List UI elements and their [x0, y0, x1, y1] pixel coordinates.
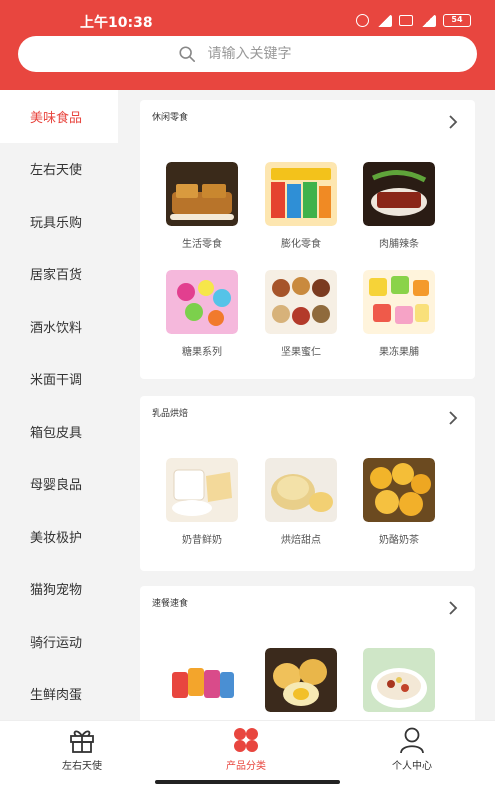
sidebar-item-angel[interactable]: 左右天使: [0, 143, 118, 196]
status-time: 上午10:38: [80, 15, 153, 31]
user-icon: [400, 727, 424, 754]
sidebar-item-label: 居家百货: [30, 268, 83, 284]
sidebar-item-label: 酒水饮料: [30, 320, 83, 336]
sidebar-item-baby[interactable]: 母婴良品: [0, 458, 118, 511]
candy-image: [166, 270, 238, 334]
subcategory-tile[interactable]: 坚果蜜仁: [264, 270, 338, 358]
cheese-puff-image: [363, 458, 435, 522]
sidebar-item-label: 米面干调: [30, 373, 83, 389]
sidebar-item-label: 猫狗宠物: [30, 583, 83, 599]
sidebar-item-fresh[interactable]: 生鲜肉蛋: [0, 668, 118, 721]
subcategory-tile[interactable]: [165, 648, 239, 712]
jelly-image: [363, 270, 435, 334]
hd-icon: [399, 15, 413, 26]
subcategory-label: 坚果蜜仁: [281, 347, 321, 358]
sidebar-item-toys[interactable]: 玩具乐购: [0, 195, 118, 248]
sidebar-item-label: 玩具乐购: [30, 215, 83, 231]
sidebar-item-household[interactable]: 居家百货: [0, 248, 118, 301]
dessert-soup-image: [363, 648, 435, 712]
section-card-fastfood: 速餐速食: [140, 586, 475, 720]
egg-image: [265, 648, 337, 712]
chevron-right-icon[interactable]: [447, 410, 459, 426]
category-content: 休闲零食 生活零食 膨化零食 肉脯辣条 糖果系列 坚果蜜仁 果冻果脯 乳品烘焙: [128, 90, 495, 720]
subcategory-tile[interactable]: [264, 648, 338, 712]
section-title: 休闲零食: [152, 113, 189, 123]
header: 上午10:38 54: [0, 0, 495, 90]
subcategory-label: 肉脯辣条: [379, 239, 419, 250]
subcategory-tile[interactable]: 果冻果脯: [362, 270, 436, 358]
alarm-icon: [356, 14, 369, 27]
status-bar: 上午10:38 54: [0, 12, 495, 31]
subcategory-tile[interactable]: [362, 648, 436, 712]
category-sidebar: 美味食品 左右天使 玩具乐购 居家百货 酒水饮料 米面干调 箱包皮具 母婴良品 …: [0, 90, 118, 720]
tab-label: 左右天使: [62, 761, 102, 772]
subcategory-label: 奶昔鲜奶: [182, 535, 222, 546]
gift-icon: [70, 730, 94, 753]
tab-profile[interactable]: 个人中心: [352, 721, 472, 781]
signal-4g-icon: [420, 14, 436, 27]
section-title: 速餐速食: [152, 599, 189, 609]
sidebar-item-label: 左右天使: [30, 163, 83, 179]
sidebar-item-label: 美味食品: [30, 110, 83, 126]
sidebar-item-sports[interactable]: 骑行运动: [0, 615, 118, 668]
sidebar-item-label: 生鲜肉蛋: [30, 688, 83, 704]
status-icons: 54: [356, 14, 471, 27]
subcategory-tile[interactable]: 肉脯辣条: [362, 162, 436, 250]
subcategory-tile[interactable]: 膨化零食: [264, 162, 338, 250]
subcategory-label: 烘焙甜点: [281, 535, 321, 546]
search-input[interactable]: [207, 46, 318, 62]
tab-angel[interactable]: 左右天使: [22, 721, 142, 781]
subcategory-label: 果冻果脯: [379, 347, 419, 358]
puffed-snack-image: [265, 162, 337, 226]
instant-noodle-image: [166, 648, 238, 712]
cake-snack-image: [166, 162, 238, 226]
subcategory-tile[interactable]: 生活零食: [165, 162, 239, 250]
subcategory-label: 奶酪奶茶: [379, 535, 419, 546]
sidebar-item-food[interactable]: 美味食品: [0, 90, 118, 143]
subcategory-tile[interactable]: 奶酪奶茶: [362, 458, 436, 546]
category-icon: [234, 728, 258, 752]
section-card-snacks: 休闲零食 生活零食 膨化零食 肉脯辣条 糖果系列 坚果蜜仁 果冻果脯: [140, 100, 475, 379]
chevron-right-icon[interactable]: [447, 114, 459, 130]
milk-image: [166, 458, 238, 522]
signal-icon: [376, 14, 392, 27]
subcategory-label: 生活零食: [182, 239, 222, 250]
sidebar-item-beauty[interactable]: 美妆极护: [0, 510, 118, 563]
section-title: 乳品烘焙: [152, 409, 189, 419]
chevron-right-icon[interactable]: [447, 600, 459, 616]
section-card-dairy: 乳品烘焙 奶昔鲜奶 烘焙甜点 奶酪奶茶: [140, 396, 475, 571]
jerky-image: [363, 162, 435, 226]
subcategory-tile[interactable]: 烘焙甜点: [264, 458, 338, 546]
search-bar[interactable]: [18, 36, 477, 72]
tab-category[interactable]: 产品分类: [186, 721, 306, 781]
subcategory-label: 糖果系列: [182, 347, 222, 358]
battery-icon: 54: [443, 14, 471, 27]
tab-label: 产品分类: [226, 761, 266, 772]
sidebar-item-label: 箱包皮具: [30, 425, 83, 441]
tab-label: 个人中心: [392, 761, 432, 772]
sidebar-item-label: 骑行运动: [30, 635, 83, 651]
subcategory-label: 膨化零食: [281, 239, 321, 250]
sidebar-item-label: 母婴良品: [30, 478, 83, 494]
subcategory-tile[interactable]: 糖果系列: [165, 270, 239, 358]
baked-goods-image: [265, 458, 337, 522]
home-indicator: [155, 780, 340, 784]
nuts-image: [265, 270, 337, 334]
sidebar-item-drinks[interactable]: 酒水饮料: [0, 300, 118, 353]
sidebar-item-label: 美妆极护: [30, 530, 83, 546]
sidebar-item-pets[interactable]: 猫狗宠物: [0, 563, 118, 616]
sidebar-item-grains[interactable]: 米面干调: [0, 353, 118, 406]
search-icon: [178, 46, 195, 63]
subcategory-tile[interactable]: 奶昔鲜奶: [165, 458, 239, 546]
sidebar-item-bags[interactable]: 箱包皮具: [0, 405, 118, 458]
